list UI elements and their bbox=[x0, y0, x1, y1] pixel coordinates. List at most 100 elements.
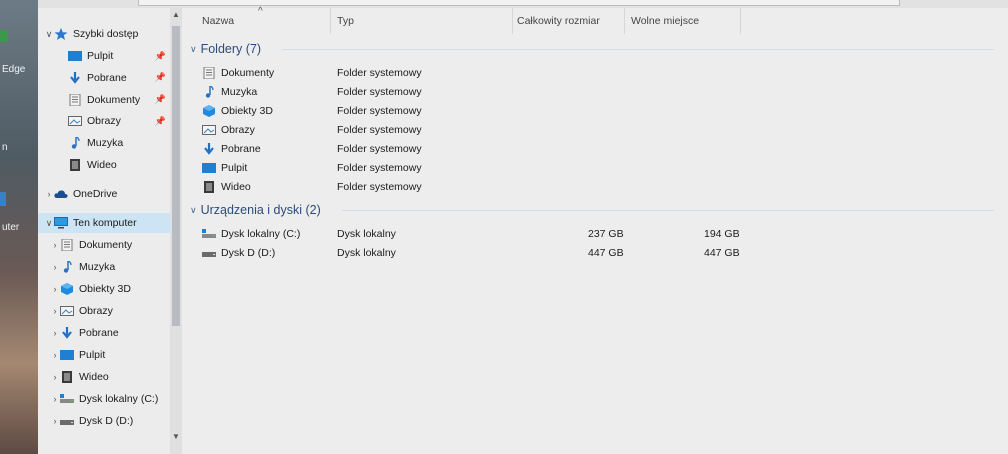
group-header-folders-label: Foldery (7) bbox=[200, 42, 262, 56]
folder-name: Obrazy bbox=[221, 123, 255, 136]
folder-row[interactable]: Obrazy Folder systemowy bbox=[202, 120, 802, 139]
desktop-folder-icon bbox=[202, 162, 216, 174]
group-header-drives[interactable]: ∨ Urządzenia i dyski (2) bbox=[190, 201, 994, 219]
nav-quick-access-item[interactable]: Dokumenty 📌 bbox=[38, 90, 170, 110]
scroll-thumb[interactable] bbox=[172, 26, 180, 326]
chevron-right-icon[interactable]: › bbox=[50, 284, 60, 294]
nav-item-label: Dysk D (D:) bbox=[79, 415, 134, 427]
chevron-right-icon[interactable]: › bbox=[50, 328, 60, 338]
pin-icon[interactable]: 📌 bbox=[155, 94, 166, 105]
folder-name: Obiekty 3D bbox=[221, 104, 273, 117]
local-disk-icon bbox=[202, 228, 216, 240]
document-icon bbox=[68, 93, 82, 106]
pin-icon[interactable]: 📌 bbox=[155, 116, 166, 127]
drive-icon bbox=[202, 247, 216, 259]
chevron-right-icon[interactable]: › bbox=[50, 306, 60, 316]
nav-onedrive[interactable]: › OneDrive bbox=[38, 184, 170, 204]
chevron-right-icon[interactable]: › bbox=[50, 372, 60, 382]
folder-row[interactable]: Pobrane Folder systemowy bbox=[202, 139, 802, 158]
chevron-right-icon[interactable]: › bbox=[50, 240, 60, 250]
scroll-down-icon[interactable]: ▼ bbox=[170, 432, 182, 441]
chevron-right-icon[interactable]: › bbox=[44, 189, 54, 199]
folder-type: Folder systemowy bbox=[337, 142, 422, 155]
download-arrow-icon bbox=[60, 327, 74, 339]
nav-quick-access[interactable]: ∨ Szybki dostęp bbox=[38, 24, 170, 44]
chevron-down-icon[interactable]: ∨ bbox=[44, 29, 54, 40]
drive-row[interactable]: Dysk lokalny (C:) Dysk lokalny 237 GB 194 G… bbox=[202, 224, 802, 243]
desktop-label-partial[interactable]: n bbox=[2, 142, 8, 153]
document-icon bbox=[60, 239, 74, 251]
desktop-icon-edge[interactable] bbox=[0, 30, 8, 42]
nav-item-label: Dokumenty bbox=[87, 93, 141, 106]
desktop-label-edge[interactable]: Edge bbox=[2, 64, 25, 75]
nav-this-pc-item[interactable]: › Obrazy bbox=[38, 301, 170, 321]
nav-quick-access-item[interactable]: Wideo bbox=[38, 155, 170, 175]
column-header-free-space[interactable]: Wolne miejsce bbox=[624, 8, 741, 34]
nav-quick-access-item[interactable]: Muzyka bbox=[38, 133, 170, 153]
nav-this-pc-item[interactable]: › Muzyka bbox=[38, 257, 170, 277]
download-arrow-icon bbox=[202, 142, 216, 155]
nav-quick-access-item[interactable]: Obrazy 📌 bbox=[38, 111, 170, 131]
local-disk-icon bbox=[60, 393, 74, 405]
nav-item-label: Szybki dostęp bbox=[73, 28, 139, 40]
chevron-right-icon[interactable]: › bbox=[50, 416, 60, 426]
chevron-right-icon[interactable]: › bbox=[50, 262, 60, 272]
folder-name: Pulpit bbox=[221, 161, 248, 174]
download-arrow-icon bbox=[68, 71, 82, 84]
drive-total-size: 237 GB bbox=[588, 227, 624, 240]
nav-item-label: Wideo bbox=[87, 159, 117, 171]
folder-type: Folder systemowy bbox=[337, 161, 422, 174]
desktop-icon-blue[interactable] bbox=[0, 192, 6, 206]
column-header-name[interactable]: ^ Nazwa bbox=[182, 6, 331, 34]
folder-row[interactable]: Dokumenty Folder systemowy bbox=[202, 63, 802, 82]
pin-icon[interactable]: 📌 bbox=[155, 51, 166, 62]
desktop-label-computer[interactable]: uter bbox=[2, 222, 19, 233]
chevron-down-icon: ∨ bbox=[190, 43, 197, 54]
folder-type: Folder systemowy bbox=[337, 123, 422, 136]
nav-this-pc-item[interactable]: › Dysk lokalny (C:) bbox=[38, 389, 170, 409]
column-header-free-space-label: Wolne miejsce bbox=[631, 15, 700, 27]
nav-item-label: Dokumenty bbox=[79, 239, 133, 251]
pictures-icon bbox=[68, 115, 82, 127]
drive-free-space: 447 GB bbox=[704, 246, 740, 259]
nav-quick-access-item[interactable]: Pobrane 📌 bbox=[38, 68, 170, 88]
folder-row[interactable]: Obiekty 3D Folder systemowy bbox=[202, 101, 802, 120]
video-icon bbox=[60, 371, 74, 383]
chevron-down-icon[interactable]: ∨ bbox=[44, 218, 54, 229]
folder-name: Pobrane bbox=[221, 142, 261, 155]
nav-item-label: Pulpit bbox=[79, 349, 106, 361]
group-divider bbox=[342, 210, 994, 211]
computer-icon bbox=[54, 217, 68, 229]
nav-item-label: Muzyka bbox=[79, 261, 116, 273]
scroll-up-icon[interactable]: ▲ bbox=[170, 10, 182, 19]
folder-row[interactable]: Pulpit Folder systemowy bbox=[202, 158, 802, 177]
nav-this-pc-item[interactable]: › Pulpit bbox=[38, 345, 170, 365]
nav-this-pc[interactable]: ∨ Ten komputer bbox=[38, 213, 170, 233]
folder-type: Folder systemowy bbox=[337, 85, 422, 98]
nav-item-label: Pobrane bbox=[87, 71, 127, 84]
chevron-right-icon[interactable]: › bbox=[50, 394, 60, 404]
pin-icon[interactable]: 📌 bbox=[155, 72, 166, 83]
drive-row[interactable]: Dysk D (D:) Dysk lokalny 447 GB 447 GB bbox=[202, 243, 802, 262]
nav-this-pc-item[interactable]: › Dokumenty bbox=[38, 235, 170, 255]
nav-item-label: Obrazy bbox=[79, 305, 113, 317]
address-bar[interactable] bbox=[138, 0, 900, 6]
nav-this-pc-item[interactable]: › Dysk D (D:) bbox=[38, 411, 170, 431]
music-note-icon bbox=[68, 137, 82, 149]
column-header-type[interactable]: Typ bbox=[330, 8, 513, 34]
group-header-folders[interactable]: ∨ Foldery (7) bbox=[190, 40, 994, 58]
column-header-total-size[interactable]: Całkowity rozmiar bbox=[512, 8, 625, 34]
nav-this-pc-item[interactable]: › Pobrane bbox=[38, 323, 170, 343]
nav-this-pc-item[interactable]: › Wideo bbox=[38, 367, 170, 387]
chevron-right-icon[interactable]: › bbox=[50, 350, 60, 360]
folder-row[interactable]: Wideo Folder systemowy bbox=[202, 177, 802, 196]
nav-item-label: Muzyka bbox=[87, 137, 124, 150]
folder-row[interactable]: Muzyka Folder systemowy bbox=[202, 82, 802, 101]
drive-name: Dysk lokalny (C:) bbox=[221, 227, 301, 240]
nav-quick-access-item[interactable]: Pulpit 📌 bbox=[38, 46, 170, 66]
navigation-scrollbar[interactable]: ▲ ▼ bbox=[170, 8, 182, 454]
nav-this-pc-item[interactable]: › Obiekty 3D bbox=[38, 279, 170, 299]
star-icon bbox=[54, 28, 68, 40]
nav-item-label: Pulpit bbox=[87, 50, 114, 62]
music-note-icon bbox=[60, 261, 74, 273]
